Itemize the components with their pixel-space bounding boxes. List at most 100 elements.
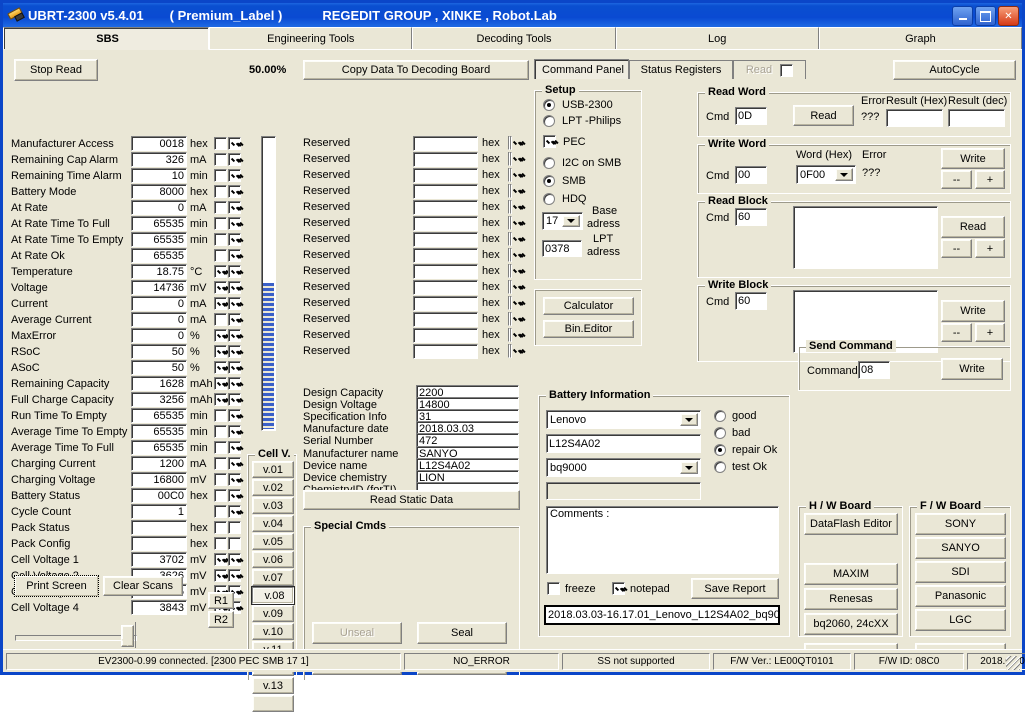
fw-board-button-lgc[interactable]: LGC: [915, 609, 1006, 631]
sbs-row-checkbox-1[interactable]: [214, 185, 227, 198]
sbs-row-value[interactable]: 3843: [131, 600, 187, 615]
notepad-checkbox-wrap[interactable]: notepad: [612, 582, 670, 595]
sbs-row-checkbox-2[interactable]: [228, 313, 241, 326]
sbs-row-checkbox-1[interactable]: [214, 217, 227, 230]
cell-voltage-button-v-01[interactable]: v.01: [252, 461, 294, 478]
reserved-row-checkbox-2[interactable]: [510, 296, 512, 310]
chevron-down-icon[interactable]: [835, 168, 853, 181]
battery-condition-repair-ok[interactable]: repair Ok: [714, 444, 777, 456]
reserved-row-checkbox-2[interactable]: [510, 168, 512, 182]
radio-icon[interactable]: [714, 427, 726, 439]
freeze-checkbox[interactable]: [547, 582, 560, 595]
sbs-row-checkbox-2[interactable]: [228, 265, 241, 278]
checkbox-icon[interactable]: [543, 135, 556, 148]
sbs-row-checkbox-2[interactable]: [228, 441, 241, 454]
radio-icon[interactable]: [714, 410, 726, 422]
sbs-row-value[interactable]: 0: [131, 312, 187, 327]
reserved-row-checkbox-2[interactable]: [510, 200, 512, 214]
sbs-row-value[interactable]: [131, 520, 187, 535]
tab-command-panel[interactable]: Command Panel: [534, 59, 629, 79]
sbs-row-value[interactable]: 50: [131, 344, 187, 359]
reserved-row-value[interactable]: [413, 167, 478, 183]
reserved-row-value[interactable]: [413, 343, 478, 359]
cell-voltage-button-v-08[interactable]: v.08: [252, 587, 294, 604]
sbs-row-value[interactable]: [131, 536, 187, 551]
battery-comments-textarea[interactable]: Comments :: [546, 506, 779, 574]
resize-grip-icon[interactable]: [1006, 656, 1020, 670]
sbs-row-checkbox-2[interactable]: [228, 169, 241, 182]
sbs-row-checkbox-2[interactable]: [228, 233, 241, 246]
fw-board-button-sony[interactable]: SONY: [915, 513, 1006, 535]
fw-board-button-sanyo[interactable]: SANYO: [915, 537, 1006, 559]
reserved-row-value[interactable]: [413, 231, 478, 247]
setup-option-hdq[interactable]: HDQ: [543, 193, 586, 205]
reserved-row-value[interactable]: [413, 263, 478, 279]
copy-data-to-decoding-board-button[interactable]: Copy Data To Decoding Board: [303, 60, 529, 80]
radio-icon[interactable]: [543, 115, 555, 127]
fw-board-button-sdi[interactable]: SDI: [915, 561, 1006, 583]
tab-sbs[interactable]: SBS: [3, 27, 210, 50]
sbs-row-value[interactable]: 0: [131, 200, 187, 215]
sbs-row-value[interactable]: 65535: [131, 408, 187, 423]
reserved-row-value[interactable]: [413, 183, 478, 199]
sbs-row-checkbox-1[interactable]: [214, 153, 227, 166]
maximize-icon[interactable]: [975, 6, 996, 26]
sbs-row-checkbox-1[interactable]: [214, 345, 227, 358]
reserved-row-checkbox-2[interactable]: [510, 264, 512, 278]
sbs-row-checkbox-1[interactable]: [214, 361, 227, 374]
sbs-row-value[interactable]: 0: [131, 328, 187, 343]
sbs-row-checkbox-2[interactable]: [228, 553, 241, 566]
sbs-row-checkbox-2[interactable]: [228, 521, 241, 534]
sbs-row-value[interactable]: 16800: [131, 472, 187, 487]
read-static-data-button[interactable]: Read Static Data: [303, 490, 520, 510]
sbs-row-checkbox-1[interactable]: [214, 281, 227, 294]
cell-voltage-button-v-10[interactable]: v.10: [252, 623, 294, 640]
write-block-cmd-input[interactable]: 60: [735, 292, 767, 310]
reserved-row-value[interactable]: [413, 327, 478, 343]
sbs-row-value[interactable]: 50: [131, 360, 187, 375]
setup-option-pec[interactable]: PEC: [543, 135, 586, 148]
sbs-row-checkbox-2[interactable]: [228, 505, 241, 518]
chevron-down-icon[interactable]: [562, 215, 580, 227]
setup-option-i2c-on-smb[interactable]: I2C on SMB: [543, 157, 621, 169]
radio-icon[interactable]: [543, 157, 555, 169]
lpt-address-input[interactable]: 0378: [542, 240, 582, 257]
sbs-row-checkbox-2[interactable]: [228, 569, 241, 582]
sbs-row-checkbox-2[interactable]: [228, 297, 241, 310]
sbs-row-checkbox-1[interactable]: [214, 553, 227, 566]
battery-condition-test-ok[interactable]: test Ok: [714, 461, 767, 473]
sbs-row-value[interactable]: 65535: [131, 232, 187, 247]
close-icon[interactable]: ✕: [998, 6, 1019, 26]
cell-voltage-button-v-04[interactable]: v.04: [252, 515, 294, 532]
reserved-row-value[interactable]: [413, 199, 478, 215]
tab-log[interactable]: Log: [615, 27, 819, 49]
sbs-row-checkbox-1[interactable]: [214, 457, 227, 470]
reserved-row-checkbox-2[interactable]: [510, 280, 512, 294]
sbs-row-checkbox-2[interactable]: [228, 457, 241, 470]
sbs-row-value[interactable]: 1628: [131, 376, 187, 391]
sbs-row-checkbox-2[interactable]: [228, 153, 241, 166]
cell-voltage-button-v-09[interactable]: v.09: [252, 605, 294, 622]
reserved-row-value[interactable]: [413, 295, 478, 311]
r1-button[interactable]: R1: [208, 592, 234, 609]
write-word-cmd-input[interactable]: 00: [735, 166, 767, 184]
battery-model-input[interactable]: L12S4A02: [546, 434, 701, 453]
sbs-row-checkbox-1[interactable]: [214, 569, 227, 582]
sbs-row-checkbox-1[interactable]: [214, 265, 227, 278]
cell-voltage-button-v-02[interactable]: v.02: [252, 479, 294, 496]
sbs-row-checkbox-2[interactable]: [228, 201, 241, 214]
write-block-inc-button[interactable]: +: [975, 323, 1005, 342]
command-read-box[interactable]: Read: [733, 60, 806, 79]
sbs-row-checkbox-2[interactable]: [228, 345, 241, 358]
sbs-row-value[interactable]: 65535: [131, 216, 187, 231]
read-word-read-button[interactable]: Read: [793, 105, 854, 126]
sbs-row-checkbox-2[interactable]: [228, 425, 241, 438]
sbs-row-checkbox-1[interactable]: [214, 201, 227, 214]
freeze-checkbox-wrap[interactable]: freeze: [547, 582, 596, 595]
sbs-row-checkbox-2[interactable]: [228, 473, 241, 486]
sbs-row-checkbox-1[interactable]: [214, 297, 227, 310]
battery-condition-good[interactable]: good: [714, 410, 756, 422]
sbs-row-value[interactable]: 0018: [131, 136, 187, 151]
seal-button[interactable]: Seal: [417, 622, 507, 644]
reserved-row-value[interactable]: [413, 311, 478, 327]
